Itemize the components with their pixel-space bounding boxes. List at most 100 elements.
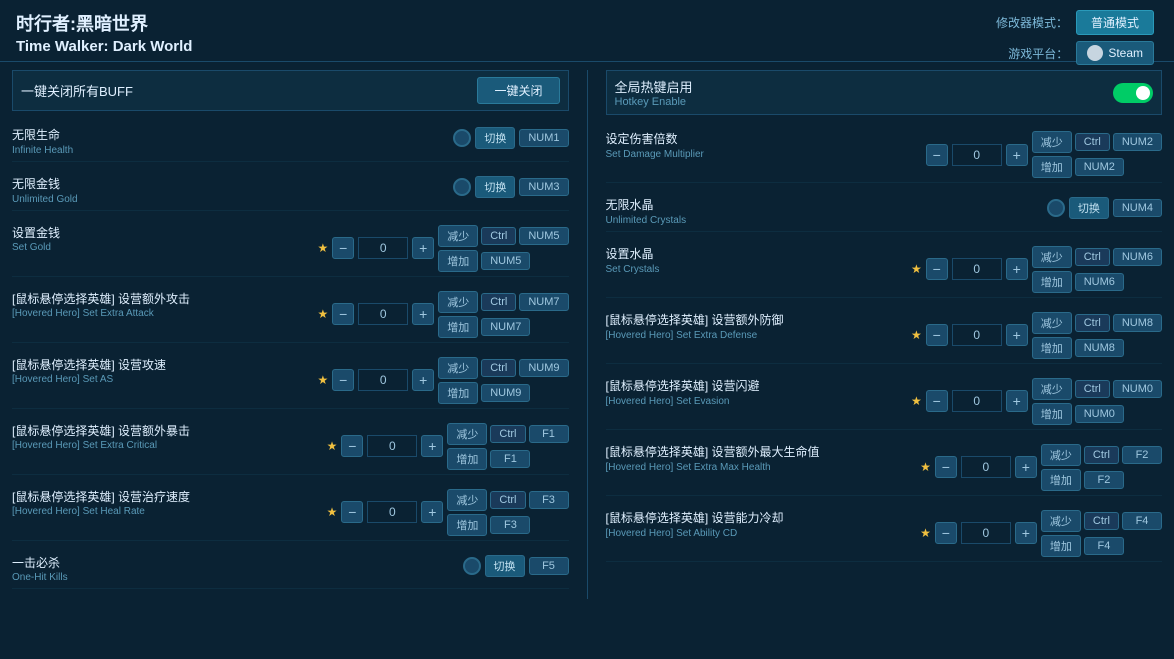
inc-label-btn[interactable]: 增加 bbox=[447, 448, 487, 470]
minus-btn[interactable]: − bbox=[341, 501, 363, 523]
plus-btn[interactable]: + bbox=[1015, 456, 1037, 478]
ctrl-btn[interactable]: Ctrl bbox=[1075, 248, 1110, 266]
inc-label-btn[interactable]: 增加 bbox=[1032, 403, 1072, 425]
inc-num-btn[interactable]: NUM6 bbox=[1075, 273, 1124, 291]
ctrl-btn[interactable]: Ctrl bbox=[490, 491, 525, 509]
dec-label-btn[interactable]: 减少 bbox=[447, 489, 487, 511]
dec-label-btn[interactable]: 减少 bbox=[1032, 378, 1072, 400]
ctrl-btn[interactable]: Ctrl bbox=[481, 359, 516, 377]
star-icon[interactable]: ★ bbox=[317, 241, 328, 255]
dec-label-btn[interactable]: 减少 bbox=[1032, 131, 1072, 153]
dec-num-btn[interactable]: NUM0 bbox=[1113, 380, 1162, 398]
cheat-key-btn[interactable]: NUM4 bbox=[1113, 199, 1162, 217]
star-icon[interactable]: ★ bbox=[327, 439, 338, 453]
plus-btn[interactable]: + bbox=[1006, 390, 1028, 412]
plus-btn[interactable]: + bbox=[1006, 324, 1028, 346]
plus-btn[interactable]: + bbox=[421, 435, 443, 457]
ctrl-btn[interactable]: Ctrl bbox=[481, 293, 516, 311]
inc-label-btn[interactable]: 增加 bbox=[1032, 271, 1072, 293]
dec-label-btn[interactable]: 减少 bbox=[438, 357, 478, 379]
dec-label-btn[interactable]: 减少 bbox=[1032, 312, 1072, 334]
dec-num-btn[interactable]: F2 bbox=[1122, 446, 1162, 464]
star-icon[interactable]: ★ bbox=[911, 262, 922, 276]
plus-btn[interactable]: + bbox=[421, 501, 443, 523]
cheat-toggle[interactable] bbox=[463, 557, 481, 575]
dec-num-btn[interactable]: F4 bbox=[1122, 512, 1162, 530]
dec-num-btn[interactable]: NUM6 bbox=[1113, 248, 1162, 266]
star-icon[interactable]: ★ bbox=[920, 526, 931, 540]
plus-btn[interactable]: + bbox=[412, 303, 434, 325]
inc-num-btn[interactable]: F2 bbox=[1084, 471, 1124, 489]
inc-num-btn[interactable]: NUM9 bbox=[481, 384, 530, 402]
dec-num-btn[interactable]: NUM5 bbox=[519, 227, 568, 245]
star-icon[interactable]: ★ bbox=[317, 307, 328, 321]
plus-btn[interactable]: + bbox=[412, 237, 434, 259]
minus-btn[interactable]: − bbox=[926, 390, 948, 412]
dec-num-btn[interactable]: NUM8 bbox=[1113, 314, 1162, 332]
one-key-close-button[interactable]: 一键关闭 bbox=[477, 77, 559, 104]
minus-btn[interactable]: − bbox=[926, 324, 948, 346]
ctrl-btn[interactable]: Ctrl bbox=[1084, 446, 1119, 464]
plus-btn[interactable]: + bbox=[1006, 144, 1028, 166]
inc-label-btn[interactable]: 增加 bbox=[1032, 156, 1072, 178]
minus-btn[interactable]: − bbox=[332, 369, 354, 391]
plus-btn[interactable]: + bbox=[412, 369, 434, 391]
cheat-switch-btn[interactable]: 切换 bbox=[475, 127, 515, 149]
inc-num-btn[interactable]: NUM7 bbox=[481, 318, 530, 336]
inc-num-btn[interactable]: NUM8 bbox=[1075, 339, 1124, 357]
dec-label-btn[interactable]: 减少 bbox=[447, 423, 487, 445]
dec-num-btn[interactable]: F3 bbox=[529, 491, 569, 509]
cheat-toggle[interactable] bbox=[453, 178, 471, 196]
platform-button[interactable]: Steam bbox=[1076, 41, 1154, 65]
ctrl-btn[interactable]: Ctrl bbox=[1075, 133, 1110, 151]
star-icon[interactable]: ★ bbox=[911, 328, 922, 342]
ctrl-btn[interactable]: Ctrl bbox=[481, 227, 516, 245]
star-icon[interactable]: ★ bbox=[327, 505, 338, 519]
inc-label-btn[interactable]: 增加 bbox=[438, 382, 478, 404]
dec-label-btn[interactable]: 减少 bbox=[1032, 246, 1072, 268]
minus-btn[interactable]: − bbox=[935, 456, 957, 478]
dec-label-btn[interactable]: 减少 bbox=[1041, 510, 1081, 532]
cheat-key-btn[interactable]: NUM1 bbox=[519, 129, 568, 147]
plus-btn[interactable]: + bbox=[1015, 522, 1037, 544]
cheat-switch-btn[interactable]: 切换 bbox=[475, 176, 515, 198]
inc-label-btn[interactable]: 增加 bbox=[1041, 469, 1081, 491]
cheat-key-btn[interactable]: NUM3 bbox=[519, 178, 568, 196]
minus-btn[interactable]: − bbox=[926, 144, 948, 166]
minus-btn[interactable]: − bbox=[926, 258, 948, 280]
cheat-switch-btn[interactable]: 切换 bbox=[1069, 197, 1109, 219]
minus-btn[interactable]: − bbox=[332, 237, 354, 259]
dec-label-btn[interactable]: 减少 bbox=[1041, 444, 1081, 466]
ctrl-btn[interactable]: Ctrl bbox=[1075, 380, 1110, 398]
ctrl-btn[interactable]: Ctrl bbox=[1075, 314, 1110, 332]
dec-num-btn[interactable]: NUM2 bbox=[1113, 133, 1162, 151]
inc-num-btn[interactable]: F1 bbox=[490, 450, 530, 468]
hotkey-toggle[interactable] bbox=[1113, 83, 1153, 103]
mode-button[interactable]: 普通模式 bbox=[1076, 10, 1154, 35]
cheat-toggle[interactable] bbox=[453, 129, 471, 147]
inc-label-btn[interactable]: 增加 bbox=[1041, 535, 1081, 557]
inc-num-btn[interactable]: F4 bbox=[1084, 537, 1124, 555]
star-icon[interactable]: ★ bbox=[911, 394, 922, 408]
inc-num-btn[interactable]: NUM0 bbox=[1075, 405, 1124, 423]
inc-label-btn[interactable]: 增加 bbox=[438, 250, 478, 272]
ctrl-btn[interactable]: Ctrl bbox=[1084, 512, 1119, 530]
dec-label-btn[interactable]: 减少 bbox=[438, 291, 478, 313]
plus-btn[interactable]: + bbox=[1006, 258, 1028, 280]
minus-btn[interactable]: − bbox=[332, 303, 354, 325]
dec-num-btn[interactable]: F1 bbox=[529, 425, 569, 443]
cheat-switch-btn[interactable]: 切换 bbox=[485, 555, 525, 577]
cheat-key-btn[interactable]: F5 bbox=[529, 557, 569, 575]
inc-num-btn[interactable]: NUM5 bbox=[481, 252, 530, 270]
inc-label-btn[interactable]: 增加 bbox=[447, 514, 487, 536]
dec-num-btn[interactable]: NUM7 bbox=[519, 293, 568, 311]
ctrl-btn[interactable]: Ctrl bbox=[490, 425, 525, 443]
inc-label-btn[interactable]: 增加 bbox=[1032, 337, 1072, 359]
cheat-toggle[interactable] bbox=[1047, 199, 1065, 217]
inc-label-btn[interactable]: 增加 bbox=[438, 316, 478, 338]
star-icon[interactable]: ★ bbox=[317, 373, 328, 387]
dec-label-btn[interactable]: 减少 bbox=[438, 225, 478, 247]
inc-num-btn[interactable]: NUM2 bbox=[1075, 158, 1124, 176]
minus-btn[interactable]: − bbox=[935, 522, 957, 544]
dec-num-btn[interactable]: NUM9 bbox=[519, 359, 568, 377]
